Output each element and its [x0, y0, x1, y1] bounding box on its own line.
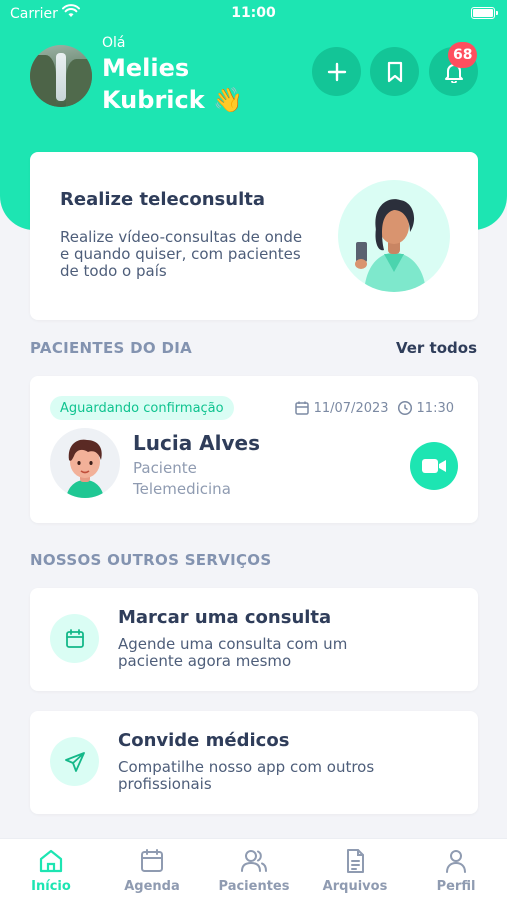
see-all-link[interactable]: Ver todos [396, 339, 477, 357]
patient-avatar [50, 428, 120, 498]
tab-agenda[interactable]: Agenda [102, 847, 202, 894]
clock-icon [397, 400, 412, 416]
tab-label: Início [31, 879, 71, 894]
calendar-icon [50, 614, 99, 663]
appointment-datetime: 11/07/2023 11:30 [294, 396, 454, 420]
notification-badge: 68 [448, 42, 478, 68]
clock: 11:00 [231, 5, 276, 21]
appointment-type: Telemedicina [133, 480, 231, 498]
service-title: Marcar uma consulta [118, 607, 332, 628]
schedule-consultation-card[interactable]: Marcar uma consulta Agende uma consulta … [30, 588, 478, 691]
bookmark-icon [387, 61, 402, 82]
tab-label: Agenda [124, 879, 180, 894]
battery-icon [471, 7, 498, 19]
teleconsulta-description: Realize vídeo-consultas de onde e quando… [60, 228, 303, 280]
calendar-icon [294, 401, 309, 415]
invite-doctors-card[interactable]: Convide médicos Compatilhe nosso app com… [30, 711, 478, 814]
bookmark-button[interactable] [370, 47, 419, 96]
add-button[interactable] [312, 47, 361, 96]
patients-section-title: PACIENTES DO DIA [30, 339, 192, 357]
teleconsulta-title: Realize teleconsulta [60, 189, 265, 210]
appointment-time: 11:30 [416, 400, 454, 416]
doctor-illustration [338, 180, 450, 292]
users-icon [241, 850, 267, 872]
services-section-title: NOSSOS OUTROS SERVIÇOS [30, 551, 272, 569]
appointment-card[interactable]: Aguardando confirmação 11/07/2023 11:30 … [30, 376, 478, 523]
service-title: Convide médicos [118, 730, 290, 751]
user-icon [446, 850, 466, 873]
greeting-label: Olá [102, 35, 126, 51]
video-call-button[interactable] [410, 442, 458, 490]
send-icon [50, 737, 99, 786]
tab-bar: Início Agenda Pacientes Arquivos Perfil [0, 838, 507, 900]
calendar-icon [141, 849, 163, 872]
appointment-date: 11/07/2023 [313, 400, 389, 416]
video-camera-icon [422, 459, 446, 473]
tab-inicio[interactable]: Início [1, 847, 101, 894]
tab-label: Perfil [436, 879, 476, 894]
tab-pacientes[interactable]: Pacientes [204, 847, 304, 894]
tab-perfil[interactable]: Perfil [406, 847, 506, 894]
user-name: Melies Kubrick 👋 [102, 54, 243, 114]
status-bar: Carrier 11:00 [0, 0, 507, 28]
tab-arquivos[interactable]: Arquivos [305, 847, 405, 894]
tab-label: Arquivos [322, 879, 388, 894]
teleconsulta-card[interactable]: Realize teleconsulta Realize vídeo-consu… [30, 152, 478, 320]
service-description: Compatilhe nosso app com outros profissi… [118, 758, 375, 793]
file-icon [347, 849, 364, 873]
user-avatar[interactable] [30, 45, 92, 107]
service-description: Agende uma consulta com um paciente agor… [118, 635, 348, 670]
status-badge: Aguardando confirmação [50, 396, 234, 420]
home-icon [39, 849, 63, 873]
tab-label: Pacientes [218, 879, 290, 894]
patient-name: Lucia Alves [133, 431, 260, 455]
plus-icon [327, 62, 346, 81]
patient-role: Paciente [133, 459, 197, 477]
